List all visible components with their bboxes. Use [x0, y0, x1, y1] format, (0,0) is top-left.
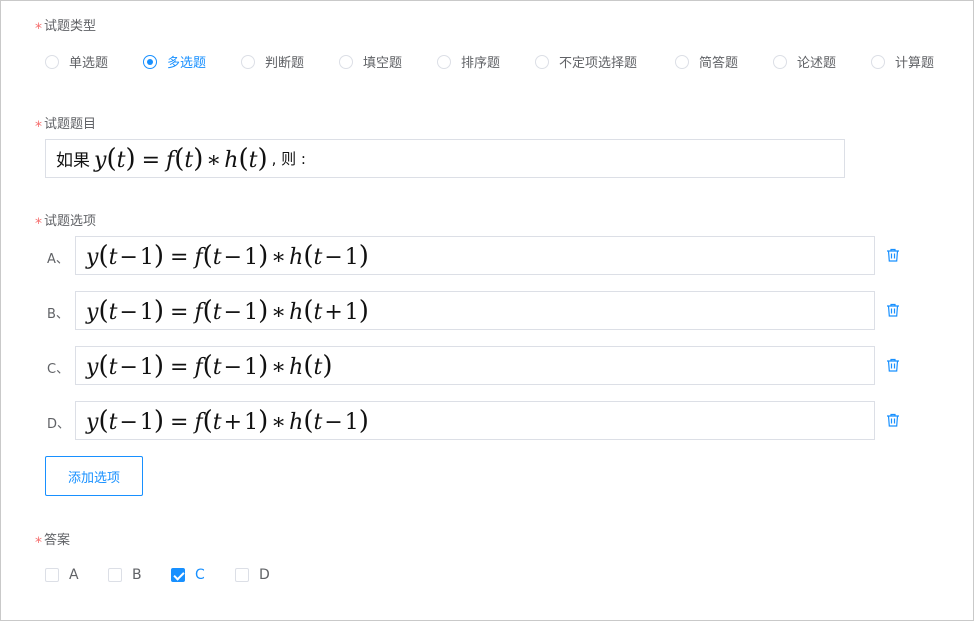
- option-b-formula: y(t−1) = f(t−1) ∗ h(t+1): [86, 295, 369, 326]
- option-d-input[interactable]: y(t−1) = f(t+1) ∗ h(t−1): [75, 401, 875, 440]
- radio-circle[interactable]: [675, 54, 689, 69]
- radio-true-false[interactable]: 判断题: [241, 52, 304, 71]
- checkbox-box[interactable]: [235, 568, 249, 582]
- trash-icon[interactable]: [885, 412, 901, 428]
- add-option-button[interactable]: 添加选项: [45, 456, 143, 496]
- question-stem-formula: y(t) = f(t) ∗ h(t): [94, 143, 268, 174]
- answer-checkbox-a[interactable]: A: [45, 567, 79, 583]
- question-type-label: * 试题类型: [35, 19, 97, 37]
- radio-circle[interactable]: [143, 54, 157, 69]
- required-mark: *: [35, 535, 42, 551]
- option-letter: D、: [47, 417, 71, 432]
- radio-circle[interactable]: [535, 54, 549, 69]
- radio-circle[interactable]: [871, 54, 885, 69]
- answer-checkbox-c[interactable]: C: [171, 567, 205, 583]
- required-mark: *: [35, 21, 42, 37]
- question-editor: * 试题类型 单选题 多选题 判断题 填空题 排序题 不定项选择题 简答题 论述题…: [0, 0, 974, 621]
- option-a-input[interactable]: y(t−1) = f(t−1) ∗ h(t−1): [75, 236, 875, 275]
- checkbox-box[interactable]: [108, 568, 122, 582]
- radio-indefinite-choice[interactable]: 不定项选择题: [535, 52, 637, 71]
- option-letter: B、: [47, 307, 69, 322]
- radio-fill-blank[interactable]: 填空题: [339, 52, 402, 71]
- radio-single-choice[interactable]: 单选题: [45, 52, 108, 71]
- required-mark: *: [35, 119, 42, 135]
- question-stem-label: * 试题题目: [35, 117, 97, 135]
- answer-label: * 答案: [35, 533, 71, 551]
- radio-multiple-choice[interactable]: 多选题: [143, 52, 206, 71]
- option-d-formula: y(t−1) = f(t+1) ∗ h(t−1): [86, 405, 369, 436]
- question-stem-input[interactable]: 如果 y(t) = f(t) ∗ h(t) , 则 :: [45, 139, 845, 178]
- options-label: * 试题选项: [35, 214, 97, 232]
- option-letter: A、: [47, 252, 69, 267]
- radio-circle[interactable]: [437, 54, 451, 69]
- radio-circle[interactable]: [339, 54, 353, 69]
- answer-checkbox-d[interactable]: D: [235, 567, 270, 583]
- checkbox-box[interactable]: [171, 568, 185, 582]
- option-a-formula: y(t−1) = f(t−1) ∗ h(t−1): [86, 240, 369, 271]
- option-letter: C、: [47, 362, 70, 377]
- radio-circle[interactable]: [45, 54, 59, 69]
- radio-circle[interactable]: [773, 54, 787, 69]
- radio-short-answer[interactable]: 简答题: [675, 52, 738, 71]
- required-mark: *: [35, 216, 42, 232]
- radio-circle[interactable]: [241, 54, 255, 69]
- option-b-input[interactable]: y(t−1) = f(t−1) ∗ h(t+1): [75, 291, 875, 330]
- option-c-input[interactable]: y(t−1) = f(t−1) ∗ h(t): [75, 346, 875, 385]
- trash-icon[interactable]: [885, 247, 901, 263]
- checkbox-box[interactable]: [45, 568, 59, 582]
- radio-essay[interactable]: 论述题: [773, 52, 836, 71]
- answer-checkbox-b[interactable]: B: [108, 567, 142, 583]
- trash-icon[interactable]: [885, 302, 901, 318]
- radio-ordering[interactable]: 排序题: [437, 52, 500, 71]
- radio-calculation[interactable]: 计算题: [871, 52, 934, 71]
- trash-icon[interactable]: [885, 357, 901, 373]
- option-c-formula: y(t−1) = f(t−1) ∗ h(t): [86, 350, 333, 381]
